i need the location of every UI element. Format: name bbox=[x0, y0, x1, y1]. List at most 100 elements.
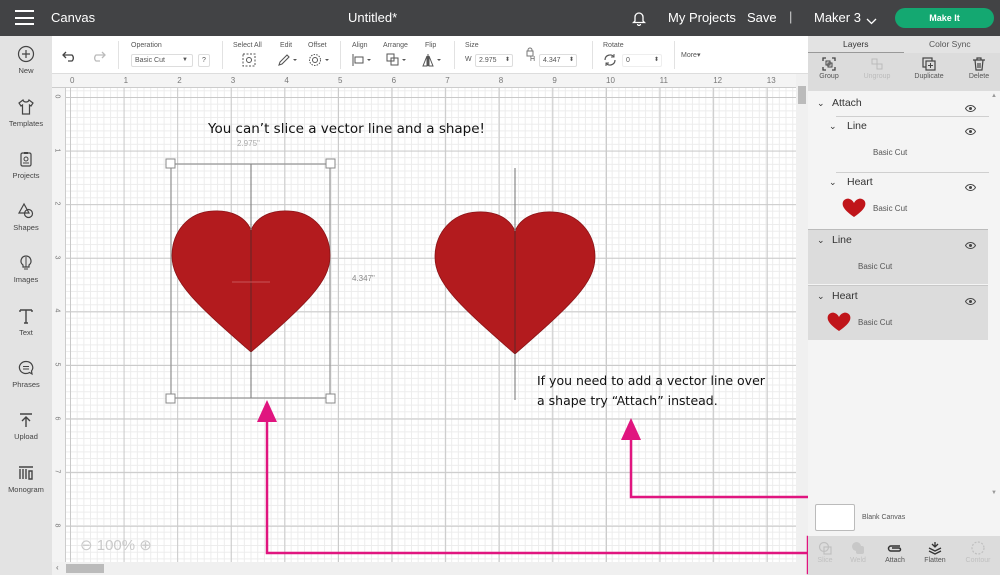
layer-attach-group[interactable]: Attach bbox=[832, 97, 862, 109]
group-icon bbox=[822, 57, 836, 71]
ruler-tick-label: 7 bbox=[445, 76, 450, 85]
ruler-tick-label: 1 bbox=[123, 76, 129, 85]
rotate-input[interactable]: 0 ⬍ bbox=[622, 54, 662, 67]
chevron-down-icon[interactable]: ⌄ bbox=[829, 177, 837, 188]
divider: | bbox=[789, 9, 793, 24]
sidebar-item-text[interactable]: Text bbox=[0, 307, 52, 337]
zoom-out-icon[interactable]: ⊖ bbox=[80, 537, 93, 554]
scroll-left-icon[interactable]: ‹ bbox=[56, 563, 59, 572]
rotate-icon[interactable] bbox=[603, 53, 617, 72]
undo-icon[interactable] bbox=[62, 49, 78, 67]
ruler-tick-label: 5 bbox=[53, 362, 61, 367]
operation-help-button[interactable]: ? bbox=[198, 54, 210, 67]
sidebar-item-upload[interactable]: Upload bbox=[0, 411, 52, 441]
slice-label: Slice bbox=[817, 557, 833, 564]
sidebar-item-new[interactable]: New bbox=[0, 45, 52, 75]
stepper-icon[interactable]: ⬍ bbox=[569, 55, 574, 66]
layers-scrollbar[interactable]: ▲ ▼ bbox=[989, 93, 1000, 498]
align-icon[interactable] bbox=[352, 53, 374, 72]
tab-layers[interactable]: Layers bbox=[843, 39, 869, 49]
scroll-up-icon[interactable]: ▲ bbox=[991, 93, 997, 99]
flip-icon[interactable] bbox=[422, 53, 446, 72]
sidebar-label: Templates bbox=[8, 119, 44, 128]
sidebar-item-templates[interactable]: Templates bbox=[0, 98, 52, 128]
ungroup-icon bbox=[871, 58, 883, 70]
sidebar-item-monogram[interactable]: Monogram bbox=[0, 464, 52, 494]
layer-operation: Basic Cut bbox=[858, 318, 893, 327]
lightbulb-icon bbox=[20, 255, 32, 270]
group-button[interactable]: Group bbox=[805, 57, 853, 80]
blank-canvas-swatch[interactable] bbox=[815, 504, 855, 531]
sidebar-label: Shapes bbox=[13, 223, 39, 232]
attach-button[interactable]: Attach bbox=[877, 541, 913, 564]
rotate-label: Rotate bbox=[603, 42, 624, 49]
vertical-scrollbar[interactable] bbox=[796, 74, 808, 562]
shapes-icon bbox=[17, 202, 34, 219]
chevron-down-icon[interactable]: ⌄ bbox=[817, 235, 825, 246]
app-name: Canvas bbox=[51, 10, 96, 25]
weld-button[interactable]: Weld bbox=[840, 541, 876, 564]
flatten-button[interactable]: Flatten bbox=[917, 541, 953, 564]
sidebar-item-images[interactable]: Images bbox=[0, 254, 52, 284]
chevron-down-icon[interactable]: ⌄ bbox=[829, 121, 837, 132]
vertical-ruler: 0 1 2 3 4 5 6 7 8 bbox=[52, 88, 66, 562]
layer-line[interactable]: Line bbox=[832, 234, 852, 246]
my-projects-link[interactable]: My Projects bbox=[668, 10, 736, 25]
duplicate-icon bbox=[922, 57, 936, 71]
scrollbar-thumb[interactable] bbox=[798, 86, 806, 104]
chevron-down-icon[interactable] bbox=[866, 12, 877, 30]
select-all-icon[interactable] bbox=[242, 53, 256, 72]
zoom-in-icon[interactable]: ⊕ bbox=[139, 537, 152, 554]
machine-selector[interactable]: Maker 3 bbox=[814, 10, 861, 25]
scrollbar-thumb[interactable] bbox=[66, 564, 104, 573]
edit-pencil-icon[interactable] bbox=[277, 53, 299, 72]
ruler-tick-label: 1 bbox=[53, 148, 61, 153]
sidebar-item-phrases[interactable]: Phrases bbox=[0, 359, 52, 389]
chevron-down-icon[interactable]: ⌄ bbox=[817, 291, 825, 302]
height-input[interactable]: 4.347 ⬍ bbox=[539, 54, 577, 67]
chevron-down-icon[interactable]: ⌄ bbox=[817, 98, 825, 109]
divider bbox=[808, 285, 988, 286]
visibility-eye-icon[interactable] bbox=[964, 292, 977, 310]
offset-icon[interactable] bbox=[308, 53, 332, 72]
left-sidebar: New Templates Projects Shapes Images Tex… bbox=[0, 36, 52, 575]
slice-button[interactable]: Slice bbox=[807, 541, 843, 564]
arrange-icon[interactable] bbox=[386, 53, 410, 72]
width-value: 2.975 bbox=[479, 57, 497, 64]
layer-heart[interactable]: Heart bbox=[832, 290, 858, 302]
ruler-tick-label: 11 bbox=[659, 76, 668, 85]
layer-actions: Group Ungroup Duplicate Delete bbox=[808, 53, 1000, 91]
hamburger-menu-icon[interactable] bbox=[15, 10, 34, 25]
visibility-eye-icon[interactable] bbox=[964, 122, 977, 140]
redo-icon[interactable] bbox=[90, 49, 106, 67]
layer-line[interactable]: Line bbox=[847, 120, 867, 132]
horizontal-scrollbar[interactable]: ‹ bbox=[52, 562, 808, 575]
scroll-down-icon[interactable]: ▼ bbox=[991, 490, 997, 496]
sidebar-item-projects[interactable]: Projects bbox=[0, 150, 52, 180]
delete-button[interactable]: Delete bbox=[955, 57, 1000, 80]
ruler-tick-label: 7 bbox=[53, 469, 61, 474]
stepper-icon[interactable]: ⬍ bbox=[505, 55, 510, 66]
visibility-eye-icon[interactable] bbox=[964, 236, 977, 254]
more-menu[interactable]: More▾ bbox=[681, 51, 700, 59]
size-label: Size bbox=[465, 42, 479, 49]
contour-button[interactable]: Contour bbox=[960, 541, 996, 564]
stepper-icon[interactable]: ⬍ bbox=[654, 55, 659, 66]
height-value: 4.347 bbox=[543, 57, 561, 64]
heading-annotation: You can’t slice a vector line and a shap… bbox=[208, 121, 485, 137]
make-it-button[interactable]: Make It bbox=[895, 8, 994, 28]
duplicate-button[interactable]: Duplicate bbox=[905, 57, 953, 80]
operation-select[interactable]: Basic Cut ▼ bbox=[131, 54, 193, 67]
visibility-eye-icon[interactable] bbox=[964, 99, 977, 117]
ungroup-button[interactable]: Ungroup bbox=[853, 57, 901, 80]
bell-icon[interactable] bbox=[631, 10, 647, 31]
design-canvas[interactable]: You can’t slice a vector line and a shap… bbox=[66, 88, 796, 562]
sidebar-label: Monogram bbox=[8, 485, 44, 494]
offset-label: Offset bbox=[308, 42, 327, 49]
save-button[interactable]: Save bbox=[747, 10, 777, 25]
visibility-eye-icon[interactable] bbox=[964, 178, 977, 196]
width-input[interactable]: 2.975 ⬍ bbox=[475, 54, 513, 67]
tab-color-sync[interactable]: Color Sync bbox=[929, 39, 971, 49]
sidebar-item-shapes[interactable]: Shapes bbox=[0, 202, 52, 232]
layer-heart[interactable]: Heart bbox=[847, 176, 873, 188]
